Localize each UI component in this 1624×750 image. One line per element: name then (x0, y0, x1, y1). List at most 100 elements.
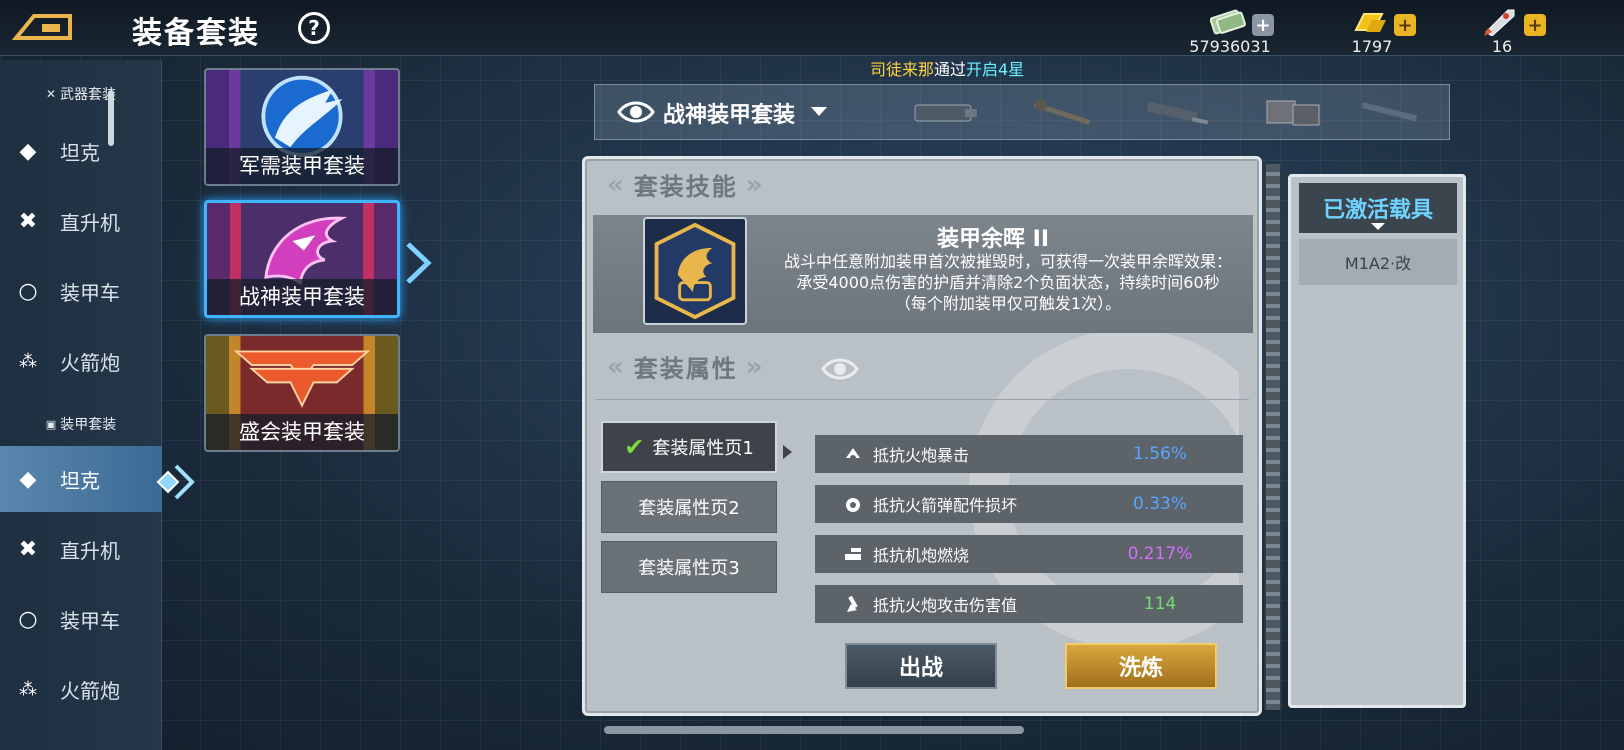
broadcast-ticker: 司徒来那通过开启4星 (870, 56, 1024, 80)
refine-button[interactable]: 洗炼 (1065, 643, 1217, 689)
autocannon-fire-icon (845, 548, 861, 560)
attribute-page-label: 套装属性页2 (638, 498, 740, 519)
stat-name: 抵抗机炮燃烧 (873, 546, 970, 565)
stat-row: 抵抗火炮暴击 1.56% (815, 435, 1243, 473)
cross-icon: ✖ (18, 536, 38, 562)
armor-icon: ▣ (45, 417, 57, 431)
sidebar-item-label: 火箭炮 (60, 678, 120, 703)
attribute-page-tab-3[interactable]: 套装属性页3 (601, 541, 777, 593)
horizontal-scrollbar[interactable] (604, 726, 1024, 734)
sidebar-item-armor-rocket-artillery[interactable]: ⁂ 火箭炮 (0, 656, 162, 722)
attribute-page-tab-2[interactable]: 套装属性页2 (601, 481, 777, 533)
sidebar-item-armor-apc[interactable]: ○ 装甲车 (0, 586, 162, 652)
section-title-text: 套装技能 (633, 173, 738, 201)
back-button[interactable] (12, 8, 76, 46)
sidebar-item-label: 火箭炮 (60, 350, 120, 375)
gatling-gun-icon[interactable] (911, 93, 981, 133)
chevron-down-icon[interactable] (811, 107, 827, 116)
add-rocket-button[interactable]: + (1524, 14, 1546, 36)
page-title: 装备套装 (132, 16, 260, 51)
attribute-section-title: « 套装属性 » (607, 349, 765, 384)
armor-afterglow-skill-icon (643, 217, 747, 325)
sidebar-item-weapon-tank[interactable]: ◆ 坦克 (0, 118, 162, 184)
attribute-page-label: 套装属性页1 (652, 438, 754, 459)
double-chevron-right-icon: » (745, 351, 765, 382)
stat-value: 0.33% (1132, 494, 1187, 514)
question-icon[interactable]: ? (298, 12, 330, 44)
sidebar-item-label: 直升机 (60, 538, 120, 563)
add-cash-button[interactable]: + (1252, 14, 1274, 36)
activated-vehicles-panel: 已激活载具 M1A2·改 (1288, 174, 1466, 708)
skill-box: 装甲余晖 II 战斗中任意附加装甲首次被摧毁时，可获得一次装甲余晖效果：承受40… (593, 215, 1253, 333)
diamond-icon: ◆ (19, 138, 37, 164)
page-pointer-icon (783, 445, 792, 459)
sidebar-item-armor-tank[interactable]: ◆ 坦克 (0, 446, 162, 512)
stat-row: 抵抗机炮燃烧 0.217% (815, 535, 1243, 573)
section-title-text: 套装属性 (633, 355, 738, 383)
stat-row: 抵抗火炮攻击伤害值 114 (815, 585, 1243, 623)
category-sidebar: ✕ 武器套装 ◆ 坦克 ✖ 直升机 ○ 装甲车 ⁂ 火箭炮 ▣ 装甲套装 ◆ 坦克 … (0, 60, 162, 750)
sidebar-item-weapon-helicopter[interactable]: ✖ 直升机 (0, 188, 162, 254)
deploy-button[interactable]: 出战 (845, 643, 997, 689)
attribute-page-tab-1[interactable]: ✔ 套装属性页1 (601, 421, 777, 473)
attribute-page-label: 套装属性页3 (638, 558, 740, 579)
stat-value: 114 (1143, 594, 1177, 614)
eye-icon[interactable] (821, 355, 859, 383)
sidebar-item-label: 坦克 (60, 468, 100, 493)
cannon-barrel-icon[interactable] (1027, 93, 1097, 133)
sidebar-item-armor-helicopter[interactable]: ✖ 直升机 (0, 516, 162, 582)
ticker-highlight: 开启4星 (966, 60, 1025, 79)
cannon-crit-icon (846, 448, 860, 461)
rocket-part-icon (846, 498, 860, 512)
sidebar-item-label: 装甲车 (60, 608, 120, 633)
rifle-icon[interactable] (1355, 93, 1425, 133)
stat-value: 1.56% (1132, 444, 1187, 464)
add-gold-button[interactable]: + (1394, 14, 1416, 36)
top-bar: 装备套装 ? + 57936031 + 1797 + 16 (0, 0, 1624, 56)
stat-value: 0.217% (1127, 544, 1193, 564)
currency-rocket: + 16 (1452, 4, 1562, 56)
current-set-dropdown[interactable]: 战神装甲套装 (663, 97, 795, 129)
cannon-damage-icon (847, 595, 858, 612)
chevron-down-icon (1371, 223, 1385, 230)
sidebar-section-armor: ▣ 装甲套装 (0, 410, 162, 438)
activated-vehicle-item[interactable]: M1A2·改 (1299, 239, 1457, 285)
skill-description: 战斗中任意附加装甲首次被摧毁时，可获得一次装甲余晖效果：承受4000点伤害的护盾… (783, 252, 1232, 313)
ticker-player-name: 司徒来那 (870, 60, 935, 79)
gold-value: 1797 (1351, 37, 1393, 56)
set-card-name: 军需装甲套装 (206, 148, 398, 184)
chain-decoration (1264, 164, 1282, 710)
stat-name: 抵抗火炮暴击 (873, 446, 970, 465)
sidebar-item-weapon-rocket-artillery[interactable]: ⁂ 火箭炮 (0, 328, 162, 394)
circle-icon: ○ (18, 278, 38, 304)
section-title-armor: 装甲套装 (60, 417, 117, 433)
stat-name: 抵抗火箭弹配件损坏 (873, 496, 1018, 515)
sidebar-item-weapon-apc[interactable]: ○ 装甲车 (0, 258, 162, 324)
triple-dot-icon: ⁂ (19, 678, 37, 700)
crossed-swords-icon: ✕ (45, 87, 57, 101)
currency-cash: + 57936031 (1180, 4, 1290, 56)
sidebar-item-label: 装甲车 (60, 280, 120, 305)
skill-name: 装甲余晖 II (936, 227, 1050, 252)
cash-icon (1210, 9, 1246, 35)
sidebar-item-label: 坦克 (60, 140, 100, 165)
triple-dot-icon: ⁂ (19, 350, 37, 372)
cash-value: 57936031 (1189, 37, 1271, 56)
skill-section-title: « 套装技能 » (607, 167, 765, 202)
machine-gun-icon[interactable] (1143, 93, 1213, 133)
set-card-zhanshen[interactable]: 战神装甲套装 (204, 200, 400, 318)
double-chevron-left-icon: « (607, 169, 626, 200)
active-chevron-icon (156, 464, 195, 500)
selected-card-chevron-icon (406, 242, 432, 284)
set-card-shenghui[interactable]: 盛会装甲套装 (204, 334, 400, 452)
missile-pod-icon[interactable] (1259, 93, 1329, 133)
set-card-junxu[interactable]: 军需装甲套装 (204, 68, 400, 186)
check-icon: ✔ (624, 433, 645, 461)
currency-gold: + 1797 (1322, 4, 1432, 56)
gold-bars-icon (1354, 13, 1386, 32)
eye-icon[interactable] (617, 98, 655, 126)
sidebar-item-label: 直升机 (60, 210, 120, 235)
set-card-name: 战神装甲套装 (207, 279, 397, 315)
rocket-value: 16 (1491, 37, 1513, 56)
double-chevron-left-icon: « (607, 351, 626, 382)
